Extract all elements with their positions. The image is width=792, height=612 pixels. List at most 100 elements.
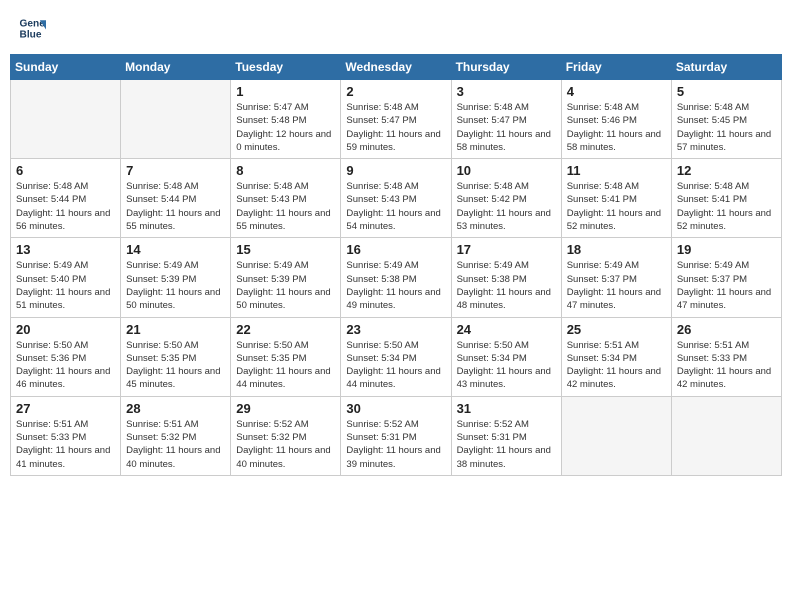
calendar-week-row: 1 Sunrise: 5:47 AMSunset: 5:48 PMDaylight…: [11, 80, 782, 159]
calendar-cell: 16 Sunrise: 5:49 AMSunset: 5:38 PMDayligh…: [341, 238, 451, 317]
calendar-cell: 27 Sunrise: 5:51 AMSunset: 5:33 PMDayligh…: [11, 396, 121, 475]
day-info: Sunrise: 5:48 AMSunset: 5:45 PMDaylight:…: [677, 101, 776, 154]
calendar-cell: [561, 396, 671, 475]
day-number: 19: [677, 242, 776, 257]
calendar-cell: 12 Sunrise: 5:48 AMSunset: 5:41 PMDayligh…: [671, 159, 781, 238]
day-info: Sunrise: 5:49 AMSunset: 5:39 PMDaylight:…: [236, 259, 335, 312]
calendar-cell: 7 Sunrise: 5:48 AMSunset: 5:44 PMDaylight…: [121, 159, 231, 238]
calendar-cell: 17 Sunrise: 5:49 AMSunset: 5:38 PMDayligh…: [451, 238, 561, 317]
day-number: 24: [457, 322, 556, 337]
calendar-cell: [11, 80, 121, 159]
day-info: Sunrise: 5:52 AMSunset: 5:31 PMDaylight:…: [346, 418, 445, 471]
calendar-week-row: 13Sunrise: 5:49 AMSunset: 5:40 PMDayligh…: [11, 238, 782, 317]
day-number: 20: [16, 322, 115, 337]
day-info: Sunrise: 5:48 AMSunset: 5:44 PMDaylight:…: [16, 180, 115, 233]
weekday-header: Monday: [121, 55, 231, 80]
day-number: 5: [677, 84, 776, 99]
calendar-cell: [671, 396, 781, 475]
day-number: 27: [16, 401, 115, 416]
calendar-cell: 13Sunrise: 5:49 AMSunset: 5:40 PMDayligh…: [11, 238, 121, 317]
page-header: General Blue: [10, 10, 782, 46]
day-number: 12: [677, 163, 776, 178]
day-info: Sunrise: 5:48 AMSunset: 5:44 PMDaylight:…: [126, 180, 225, 233]
day-info: Sunrise: 5:48 AMSunset: 5:43 PMDaylight:…: [346, 180, 445, 233]
day-info: Sunrise: 5:51 AMSunset: 5:33 PMDaylight:…: [677, 339, 776, 392]
calendar-cell: 18 Sunrise: 5:49 AMSunset: 5:37 PMDayligh…: [561, 238, 671, 317]
day-info: Sunrise: 5:48 AMSunset: 5:47 PMDaylight:…: [346, 101, 445, 154]
day-info: Sunrise: 5:48 AMSunset: 5:47 PMDaylight:…: [457, 101, 556, 154]
day-number: 16: [346, 242, 445, 257]
calendar-cell: 19 Sunrise: 5:49 AMSunset: 5:37 PMDayligh…: [671, 238, 781, 317]
calendar-cell: 9 Sunrise: 5:48 AMSunset: 5:43 PMDaylight…: [341, 159, 451, 238]
day-number: 8: [236, 163, 335, 178]
day-number: 31: [457, 401, 556, 416]
day-number: 6: [16, 163, 115, 178]
calendar-cell: 10 Sunrise: 5:48 AMSunset: 5:42 PMDayligh…: [451, 159, 561, 238]
day-number: 9: [346, 163, 445, 178]
calendar-cell: 24 Sunrise: 5:50 AMSunset: 5:34 PMDayligh…: [451, 317, 561, 396]
calendar-cell: 21 Sunrise: 5:50 AMSunset: 5:35 PMDayligh…: [121, 317, 231, 396]
day-info: Sunrise: 5:50 AMSunset: 5:34 PMDaylight:…: [457, 339, 556, 392]
calendar-cell: 15Sunrise: 5:49 AMSunset: 5:39 PMDayligh…: [231, 238, 341, 317]
day-number: 3: [457, 84, 556, 99]
day-info: Sunrise: 5:49 AMSunset: 5:38 PMDaylight:…: [346, 259, 445, 312]
day-number: 25: [567, 322, 666, 337]
calendar-cell: 14Sunrise: 5:49 AMSunset: 5:39 PMDayligh…: [121, 238, 231, 317]
day-info: Sunrise: 5:50 AMSunset: 5:35 PMDaylight:…: [126, 339, 225, 392]
day-info: Sunrise: 5:51 AMSunset: 5:33 PMDaylight:…: [16, 418, 115, 471]
weekday-header: Wednesday: [341, 55, 451, 80]
day-info: Sunrise: 5:51 AMSunset: 5:34 PMDaylight:…: [567, 339, 666, 392]
calendar-cell: 31Sunrise: 5:52 AMSunset: 5:31 PMDayligh…: [451, 396, 561, 475]
calendar-cell: 22 Sunrise: 5:50 AMSunset: 5:35 PMDayligh…: [231, 317, 341, 396]
day-info: Sunrise: 5:48 AMSunset: 5:42 PMDaylight:…: [457, 180, 556, 233]
calendar-cell: 11 Sunrise: 5:48 AMSunset: 5:41 PMDayligh…: [561, 159, 671, 238]
day-info: Sunrise: 5:48 AMSunset: 5:41 PMDaylight:…: [677, 180, 776, 233]
weekday-header: Tuesday: [231, 55, 341, 80]
day-number: 11: [567, 163, 666, 178]
weekday-header: Friday: [561, 55, 671, 80]
day-number: 28: [126, 401, 225, 416]
day-info: Sunrise: 5:48 AMSunset: 5:46 PMDaylight:…: [567, 101, 666, 154]
svg-text:Blue: Blue: [20, 29, 42, 40]
calendar-cell: 20Sunrise: 5:50 AMSunset: 5:36 PMDayligh…: [11, 317, 121, 396]
calendar-cell: 6 Sunrise: 5:48 AMSunset: 5:44 PMDaylight…: [11, 159, 121, 238]
calendar-week-row: 6 Sunrise: 5:48 AMSunset: 5:44 PMDaylight…: [11, 159, 782, 238]
calendar-cell: 23Sunrise: 5:50 AMSunset: 5:34 PMDayligh…: [341, 317, 451, 396]
day-info: Sunrise: 5:49 AMSunset: 5:37 PMDaylight:…: [567, 259, 666, 312]
logo-icon: General Blue: [18, 14, 46, 42]
day-info: Sunrise: 5:49 AMSunset: 5:38 PMDaylight:…: [457, 259, 556, 312]
day-info: Sunrise: 5:50 AMSunset: 5:35 PMDaylight:…: [236, 339, 335, 392]
day-info: Sunrise: 5:48 AMSunset: 5:43 PMDaylight:…: [236, 180, 335, 233]
calendar-cell: 8 Sunrise: 5:48 AMSunset: 5:43 PMDaylight…: [231, 159, 341, 238]
day-number: 1: [236, 84, 335, 99]
calendar-cell: 3 Sunrise: 5:48 AMSunset: 5:47 PMDaylight…: [451, 80, 561, 159]
day-number: 10: [457, 163, 556, 178]
day-info: Sunrise: 5:47 AMSunset: 5:48 PMDaylight:…: [236, 101, 335, 154]
calendar-week-row: 20Sunrise: 5:50 AMSunset: 5:36 PMDayligh…: [11, 317, 782, 396]
day-info: Sunrise: 5:51 AMSunset: 5:32 PMDaylight:…: [126, 418, 225, 471]
calendar-header-row: SundayMondayTuesdayWednesdayThursdayFrid…: [11, 55, 782, 80]
svg-text:General: General: [20, 18, 46, 29]
calendar-cell: 30Sunrise: 5:52 AMSunset: 5:31 PMDayligh…: [341, 396, 451, 475]
day-number: 18: [567, 242, 666, 257]
day-number: 22: [236, 322, 335, 337]
weekday-header: Saturday: [671, 55, 781, 80]
calendar-cell: 4 Sunrise: 5:48 AMSunset: 5:46 PMDaylight…: [561, 80, 671, 159]
day-number: 4: [567, 84, 666, 99]
day-info: Sunrise: 5:49 AMSunset: 5:39 PMDaylight:…: [126, 259, 225, 312]
day-number: 17: [457, 242, 556, 257]
day-info: Sunrise: 5:49 AMSunset: 5:40 PMDaylight:…: [16, 259, 115, 312]
day-number: 23: [346, 322, 445, 337]
day-number: 21: [126, 322, 225, 337]
day-number: 29: [236, 401, 335, 416]
day-number: 2: [346, 84, 445, 99]
calendar-cell: 2 Sunrise: 5:48 AMSunset: 5:47 PMDaylight…: [341, 80, 451, 159]
day-info: Sunrise: 5:48 AMSunset: 5:41 PMDaylight:…: [567, 180, 666, 233]
logo: General Blue: [18, 14, 50, 42]
calendar-week-row: 27 Sunrise: 5:51 AMSunset: 5:33 PMDayligh…: [11, 396, 782, 475]
calendar-cell: 29Sunrise: 5:52 AMSunset: 5:32 PMDayligh…: [231, 396, 341, 475]
day-number: 7: [126, 163, 225, 178]
calendar-cell: 1 Sunrise: 5:47 AMSunset: 5:48 PMDaylight…: [231, 80, 341, 159]
calendar-cell: 28 Sunrise: 5:51 AMSunset: 5:32 PMDayligh…: [121, 396, 231, 475]
day-info: Sunrise: 5:49 AMSunset: 5:37 PMDaylight:…: [677, 259, 776, 312]
